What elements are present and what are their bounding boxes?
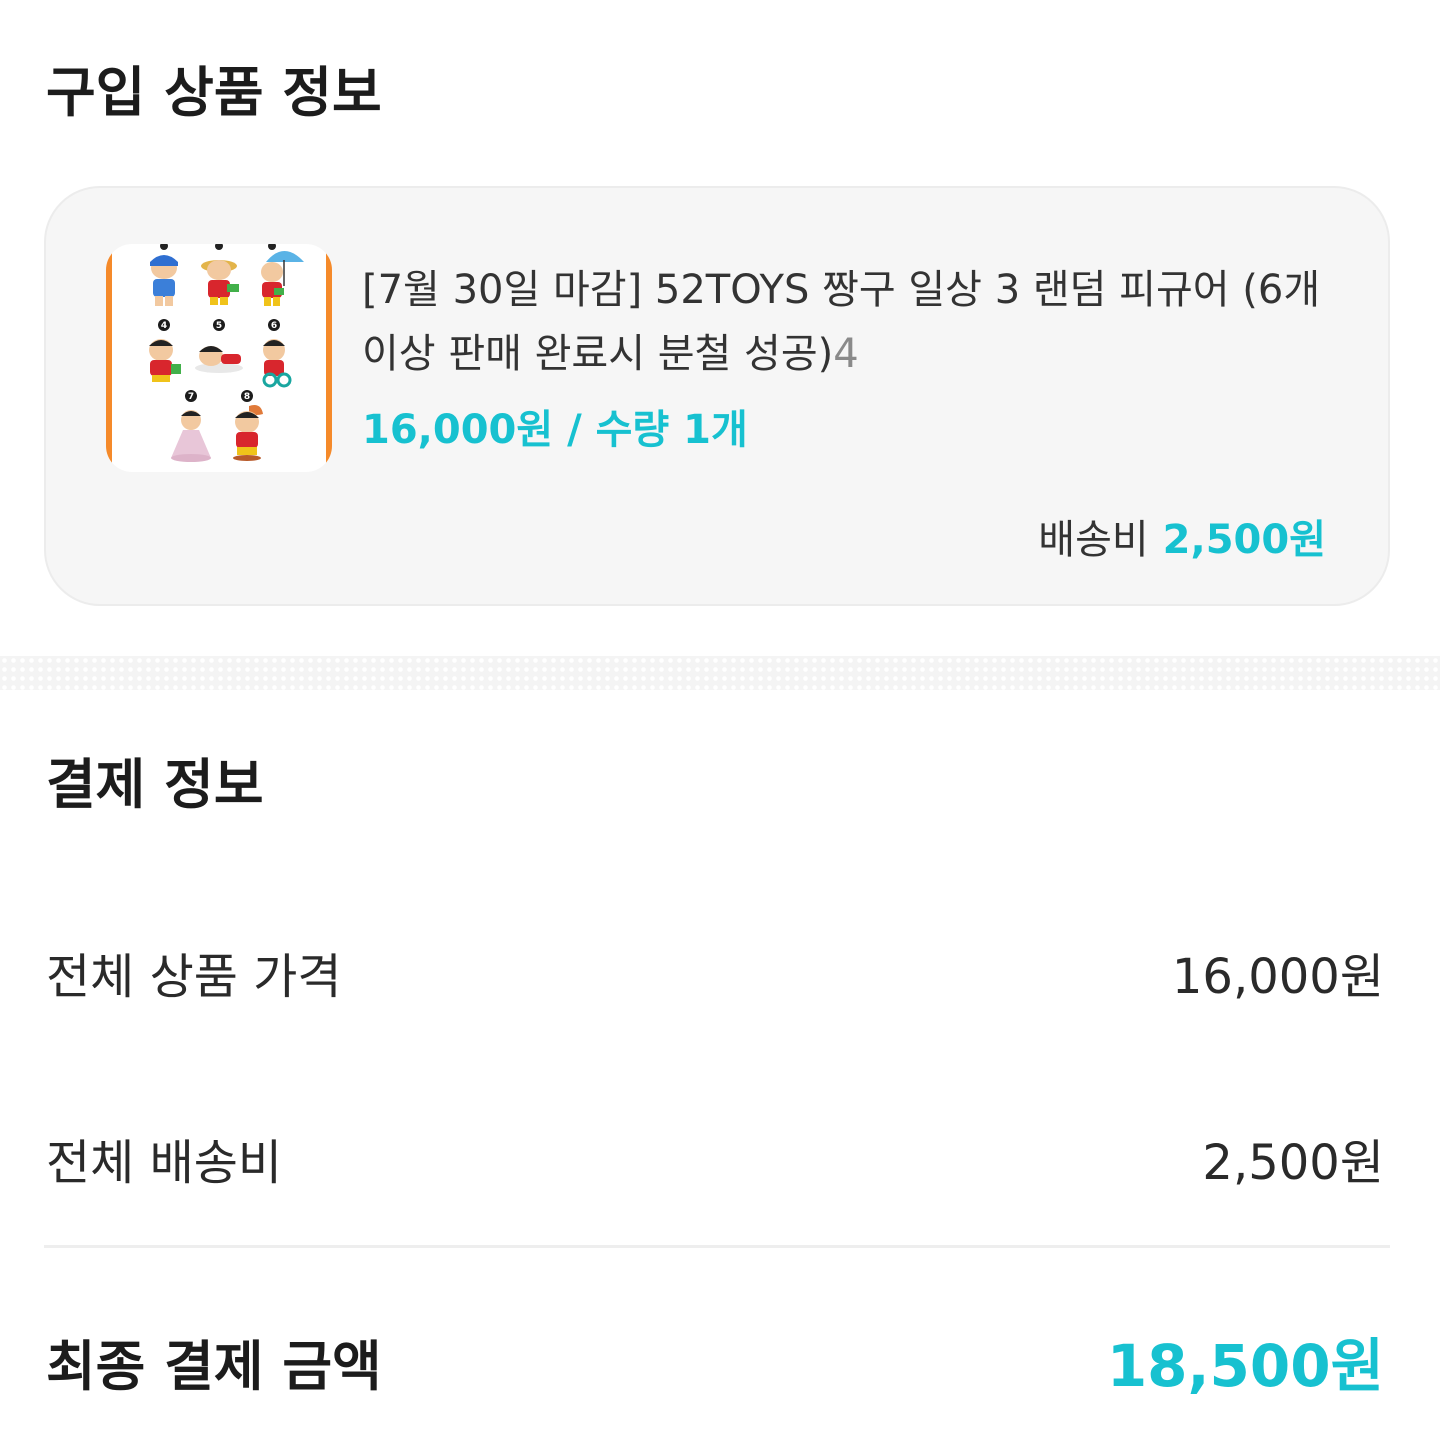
product-name[interactable]: [7월 30일 마감] 52TOYS 짱구 일상 3 랜덤 피규어 (6개 이상…: [362, 258, 1322, 386]
thumb-number-8: 8: [244, 392, 250, 402]
section-divider: [0, 656, 1440, 690]
shipping-fee-label: 배송비: [1038, 517, 1149, 563]
product-shipping-fee: 배송비 2,500원: [1038, 514, 1326, 566]
product-card[interactable]: 4 5 6 7 8 [7월 30일 마감] 52TOYS 짱구 일상 3 랜덤 …: [44, 186, 1390, 606]
total-shipping-value: 2,500원: [1202, 1135, 1384, 1191]
thumb-number-5: 5: [216, 321, 222, 331]
shipping-fee-value: 2,500원: [1162, 517, 1326, 563]
total-shipping-label: 전체 배송비: [46, 1135, 283, 1191]
thumb-number-4: 4: [161, 321, 167, 331]
thumb-number-6: 6: [271, 321, 277, 331]
product-name-suffix: 4: [833, 331, 859, 377]
product-thumbnail[interactable]: 4 5 6 7 8: [106, 244, 332, 472]
final-payment-value: 18,500원: [1106, 1332, 1384, 1400]
summary-divider: [44, 1245, 1390, 1248]
payment-info-title: 결제 정보: [46, 753, 264, 816]
purchase-info-title: 구입 상품 정보: [46, 61, 382, 124]
total-items-price-row: 전체 상품 가격 16,000원: [46, 940, 1384, 1005]
thumb-number-7: 7: [188, 392, 194, 402]
total-shipping-row: 전체 배송비 2,500원: [46, 1126, 1384, 1191]
final-payment-label: 최종 결제 금액: [46, 1334, 382, 1398]
total-items-price-value: 16,000원: [1171, 949, 1384, 1005]
total-items-price-label: 전체 상품 가격: [46, 949, 342, 1005]
final-payment-row: 최종 결제 금액 18,500원: [46, 1326, 1384, 1400]
product-price-quantity: 16,000원 / 수량 1개: [362, 407, 748, 453]
figure-lineup-image: 4 5 6 7 8: [106, 244, 332, 472]
